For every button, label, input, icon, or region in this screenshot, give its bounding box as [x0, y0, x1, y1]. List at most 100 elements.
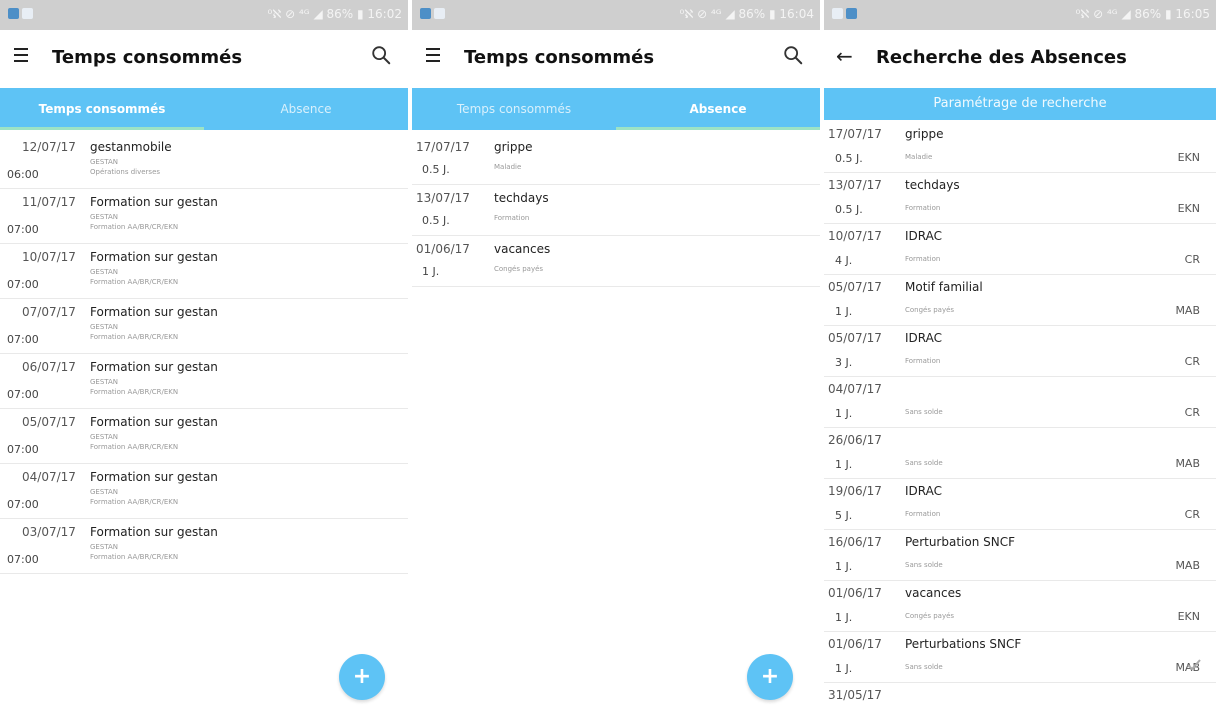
employee-code: EKN [1177, 202, 1200, 215]
entry-date: 03/07/17 [22, 525, 76, 539]
absence-type: Formation [905, 357, 941, 365]
time-entry-row[interactable]: 05/07/17 Formation sur gestan 07:00 GESTAN F… [0, 409, 408, 464]
search-icon[interactable] [782, 44, 804, 66]
absence-title: IDRAC [905, 484, 943, 498]
absence-date: 01/06/17 [828, 637, 882, 651]
add-button[interactable]: + [747, 654, 793, 700]
entry-title: gestanmobile [90, 140, 172, 154]
absence-title: IDRAC [905, 331, 943, 345]
absence-result-row[interactable]: 01/06/17 Perturbations SNCF 1 J. Sans solde… [824, 632, 1216, 683]
absence-result-row[interactable]: 17/07/17 grippe 0.5 J. Maladie EKN [824, 122, 1216, 173]
entry-date: 11/07/17 [22, 195, 76, 209]
entry-project: GESTAN [90, 543, 119, 551]
absence-result-row[interactable]: 04/07/17 1 J. Sans solde CR [824, 377, 1216, 428]
time-entry-row[interactable]: 03/07/17 Formation sur gestan 07:00 GESTAN F… [0, 519, 408, 574]
tab-absence[interactable]: Absence [616, 88, 820, 130]
notification-icons [832, 8, 857, 19]
absence-result-row[interactable]: 26/06/17 1 J. Sans solde MAB [824, 428, 1216, 479]
absence-result-row[interactable]: 19/06/17 IDRAC 5 J. Formation CR [824, 479, 1216, 530]
absence-date: 01/06/17 [416, 242, 470, 256]
absence-result-row[interactable]: 05/07/17 IDRAC 3 J. Formation CR [824, 326, 1216, 377]
check-icon[interactable] [1186, 658, 1202, 672]
entry-task: Formation AA/BR/CR/EKN [90, 223, 179, 231]
entry-duration: 07:00 [7, 388, 39, 401]
absence-duration: 0.5 J. [422, 214, 450, 227]
absence-row[interactable]: 17/07/17 grippe 0.5 J. Maladie [412, 134, 820, 185]
entry-title: Formation sur gestan [90, 525, 218, 539]
absence-title: techdays [494, 191, 549, 205]
entry-title: Formation sur gestan [90, 250, 218, 264]
menu-icon[interactable] [14, 48, 28, 62]
status-text: ⁰ℵ ⊘ ⁴ᴳ ◢ 86% ▮ 16:02 [267, 7, 402, 21]
tab-temps-consommes[interactable]: Temps consommés [412, 88, 616, 130]
absence-row[interactable]: 13/07/17 techdays 0.5 J. Formation [412, 185, 820, 236]
screen-temps-consommes: ⁰ℵ ⊘ ⁴ᴳ ◢ 86% ▮ 16:02 Temps consommés Te… [0, 0, 408, 718]
employee-code: MAB [1175, 457, 1200, 470]
employee-code: CR [1184, 253, 1200, 266]
absence-row[interactable]: 01/06/17 vacances 1 J. Congés payés [412, 236, 820, 287]
absence-result-row[interactable]: 31/05/17 [824, 683, 1216, 718]
absence-date: 10/07/17 [828, 229, 882, 243]
entry-duration: 07:00 [7, 333, 39, 346]
status-text: ⁰ℵ ⊘ ⁴ᴳ ◢ 86% ▮ 16:04 [679, 7, 814, 21]
absence-duration: 1 J. [835, 458, 853, 471]
time-entry-list: 12/07/17 gestanmobile 06:00 GESTAN Opération… [0, 130, 408, 574]
absence-duration: 1 J. [835, 611, 853, 624]
search-icon[interactable] [370, 44, 392, 66]
tab-absence[interactable]: Absence [204, 88, 408, 130]
add-button[interactable]: + [339, 654, 385, 700]
notification-icons [420, 8, 445, 19]
entry-date: 05/07/17 [22, 415, 76, 429]
absence-type: Sans solde [905, 663, 943, 671]
absence-list: 17/07/17 grippe 0.5 J. Maladie 13/07/17 techd… [412, 130, 820, 287]
entry-task: Formation AA/BR/CR/EKN [90, 333, 179, 341]
time-entry-row[interactable]: 12/07/17 gestanmobile 06:00 GESTAN Opération… [0, 134, 408, 189]
absence-date: 04/07/17 [828, 382, 882, 396]
absence-type: Sans solde [905, 561, 943, 569]
entry-duration: 07:00 [7, 443, 39, 456]
absence-type: Sans solde [905, 459, 943, 467]
absence-date: 05/07/17 [828, 280, 882, 294]
time-entry-row[interactable]: 07/07/17 Formation sur gestan 07:00 GESTAN F… [0, 299, 408, 354]
absence-duration: 0.5 J. [835, 203, 863, 216]
absence-type: Sans solde [905, 408, 943, 416]
menu-icon[interactable] [426, 48, 440, 62]
time-entry-row[interactable]: 04/07/17 Formation sur gestan 07:00 GESTAN F… [0, 464, 408, 519]
absence-result-row[interactable]: 13/07/17 techdays 0.5 J. Formation EKN [824, 173, 1216, 224]
absence-duration: 5 J. [835, 509, 853, 522]
status-bar: ⁰ℵ ⊘ ⁴ᴳ ◢ 86% ▮ 16:05 [824, 0, 1216, 30]
absence-date: 17/07/17 [416, 140, 470, 154]
back-arrow-icon[interactable]: ← [836, 44, 853, 68]
absence-duration: 0.5 J. [835, 152, 863, 165]
entry-date: 04/07/17 [22, 470, 76, 484]
absence-duration: 1 J. [835, 560, 853, 573]
absence-title: Perturbation SNCF [905, 535, 1016, 549]
employee-code: CR [1184, 406, 1200, 419]
absence-type: Maladie [494, 163, 522, 171]
time-entry-row[interactable]: 06/07/17 Formation sur gestan 07:00 GESTAN F… [0, 354, 408, 409]
absence-type: Congés payés [905, 612, 955, 620]
absence-title: Perturbations SNCF [905, 637, 1022, 651]
absence-type: Congés payés [494, 265, 544, 273]
screen-recherche-absences: ⁰ℵ ⊘ ⁴ᴳ ◢ 86% ▮ 16:05 ← Recherche des Ab… [824, 0, 1216, 718]
absence-duration: 3 J. [835, 356, 853, 369]
absence-result-row[interactable]: 01/06/17 vacances 1 J. Congés payés EKN [824, 581, 1216, 632]
absence-result-row[interactable]: 10/07/17 IDRAC 4 J. Formation CR [824, 224, 1216, 275]
absence-type: Formation [905, 204, 941, 212]
absence-date: 19/06/17 [828, 484, 882, 498]
entry-project: GESTAN [90, 158, 119, 166]
tab-temps-consommes[interactable]: Temps consommés [0, 88, 204, 130]
employee-code: MAB [1175, 304, 1200, 317]
absence-duration: 1 J. [835, 305, 853, 318]
app-bar: Temps consommés [0, 30, 408, 88]
status-text: ⁰ℵ ⊘ ⁴ᴳ ◢ 86% ▮ 16:05 [1075, 7, 1210, 21]
time-entry-row[interactable]: 11/07/17 Formation sur gestan 07:00 GESTAN F… [0, 189, 408, 244]
absence-result-row[interactable]: 05/07/17 Motif familial 1 J. Congés payés MA… [824, 275, 1216, 326]
time-entry-row[interactable]: 10/07/17 Formation sur gestan 07:00 GESTAN F… [0, 244, 408, 299]
tab-bar: Temps consommés Absence [0, 88, 408, 130]
absence-type: Maladie [905, 153, 933, 161]
absence-result-row[interactable]: 16/06/17 Perturbation SNCF 1 J. Sans solde M… [824, 530, 1216, 581]
absence-date: 01/06/17 [828, 586, 882, 600]
entry-task: Formation AA/BR/CR/EKN [90, 553, 179, 561]
search-settings-button[interactable]: Paramétrage de recherche [824, 88, 1216, 120]
